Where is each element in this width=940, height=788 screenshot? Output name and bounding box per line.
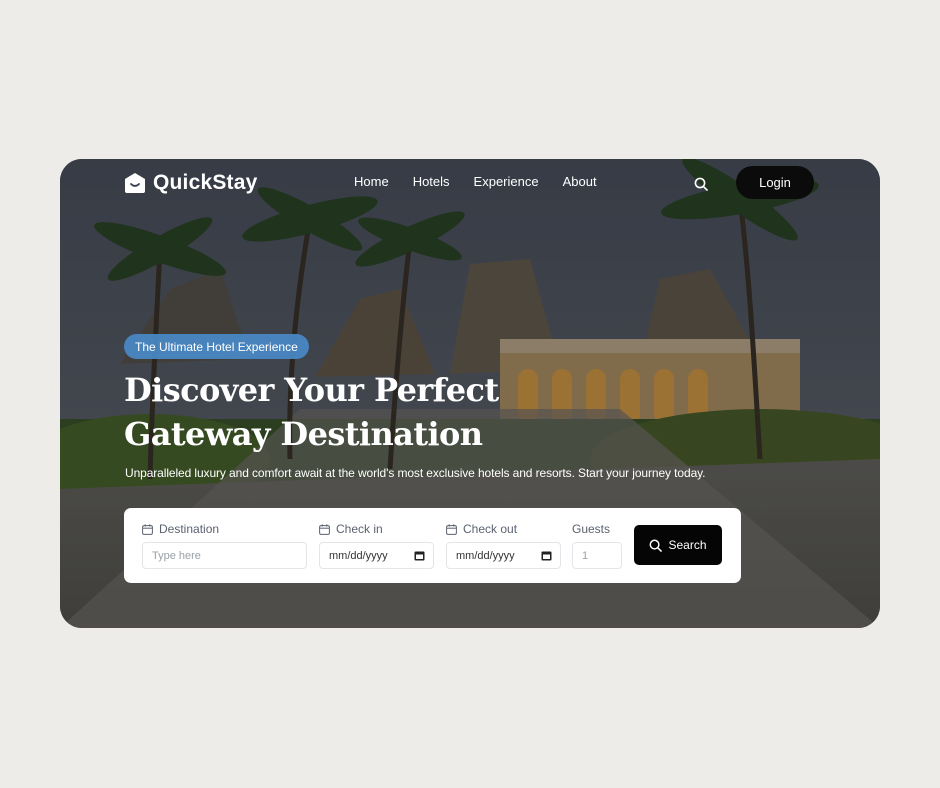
check-out-input[interactable]: mm/dd/yyyy xyxy=(446,542,561,569)
hero-title-line-1: Discover Your Perfect xyxy=(124,371,499,409)
brand-logo[interactable]: QuickStay xyxy=(124,171,258,195)
destination-input[interactable]: Type here xyxy=(142,542,307,569)
hero-badge: The Ultimate Hotel Experience xyxy=(124,334,309,359)
nav-about[interactable]: About xyxy=(563,174,597,189)
check-in-input[interactable]: mm/dd/yyyy xyxy=(319,542,434,569)
guests-input[interactable]: 1 xyxy=(572,542,622,569)
destination-label-text: Destination xyxy=(159,522,220,536)
search-icon xyxy=(650,539,663,552)
brand-name: QuickStay xyxy=(153,171,258,194)
nav-home[interactable]: Home xyxy=(354,174,389,189)
check-in-label: Check in xyxy=(319,522,383,536)
hero-title: Discover Your Perfect Gateway Destinatio… xyxy=(124,368,499,456)
main-nav: Home Hotels Experience About xyxy=(354,174,597,189)
calendar-picker-icon[interactable] xyxy=(414,550,425,561)
check-out-value: mm/dd/yyyy xyxy=(456,549,515,562)
calendar-icon xyxy=(319,523,330,535)
nav-experience[interactable]: Experience xyxy=(474,174,539,189)
check-in-label-text: Check in xyxy=(336,522,383,536)
login-button[interactable]: Login xyxy=(736,166,814,199)
calendar-icon xyxy=(142,523,153,535)
search-button-label: Search xyxy=(668,538,707,552)
nav-hotels[interactable]: Hotels xyxy=(413,174,450,189)
hero-subtitle: Unparalleled luxury and comfort await at… xyxy=(125,466,706,480)
check-out-label-text: Check out xyxy=(463,522,518,536)
hero-card: QuickStay Home Hotels Experience About L… xyxy=(60,159,880,628)
check-out-label: Check out xyxy=(446,522,517,536)
calendar-icon xyxy=(446,523,457,535)
calendar-picker-icon[interactable] xyxy=(541,550,552,561)
house-icon xyxy=(125,173,145,193)
header-search-button[interactable] xyxy=(692,175,710,193)
search-form: Destination Type here Check in mm/dd/yyy… xyxy=(124,508,741,583)
hero-title-line-2: Gateway Destination xyxy=(124,415,483,453)
check-in-value: mm/dd/yyyy xyxy=(329,549,388,562)
guests-label: Guests xyxy=(572,522,611,536)
destination-label: Destination xyxy=(142,522,219,536)
search-icon xyxy=(694,177,708,191)
search-button[interactable]: Search xyxy=(634,525,722,565)
